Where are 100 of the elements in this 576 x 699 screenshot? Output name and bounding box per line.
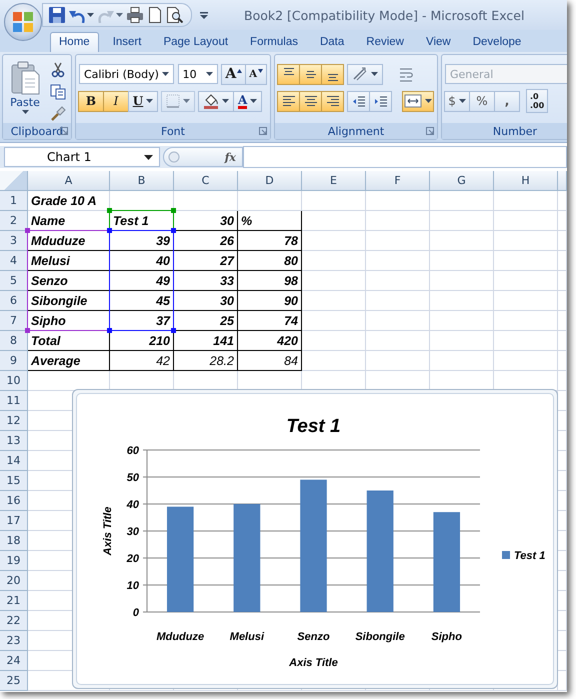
row-header: 4 <box>0 251 28 271</box>
empty-cell <box>302 311 366 331</box>
empty-cell <box>430 331 494 351</box>
column-header: B <box>110 171 174 191</box>
tick-label: 60 <box>126 445 139 457</box>
table-cell: 40 <box>110 251 174 271</box>
column-header: G <box>430 171 494 191</box>
font-color-button[interactable]: A <box>233 90 262 112</box>
empty-cell <box>430 311 494 331</box>
orientation-button[interactable] <box>347 64 383 84</box>
dialog-launcher-button[interactable] <box>426 127 434 135</box>
insert-function-button[interactable]: fx <box>224 150 236 164</box>
caret-icon <box>116 13 123 17</box>
grow-font-button[interactable]: A <box>221 64 246 84</box>
lines-icon <box>304 96 316 106</box>
customize-toolbar-button[interactable] <box>200 12 208 18</box>
empty-cell <box>366 231 430 251</box>
ribbon-tab[interactable]: Page Layout <box>155 33 236 52</box>
font-name-dropdown[interactable]: Calibri (Body) <box>79 64 174 84</box>
caret-icon <box>200 12 208 18</box>
percent-button[interactable]: % <box>469 90 495 112</box>
empty-cell <box>430 291 494 311</box>
paste-button[interactable]: Paste <box>6 59 44 123</box>
format-button[interactable]: B <box>78 90 104 112</box>
table-cell: 30 <box>174 291 238 311</box>
table-cell: 26 <box>174 231 238 251</box>
align-button[interactable] <box>321 64 344 84</box>
format-button[interactable]: U <box>128 90 158 112</box>
tick-label: 10 <box>126 580 139 592</box>
increase-decimal-button[interactable]: .0 .00 <box>526 89 548 113</box>
table-cell: 33 <box>174 271 238 291</box>
table-cell: Sibongile <box>28 291 110 311</box>
ribbon-tab[interactable]: Develope <box>464 33 530 52</box>
currency-button[interactable]: $ <box>444 90 470 112</box>
empty-cell <box>302 331 366 351</box>
row-header: 22 <box>0 611 28 631</box>
row-header: 1 <box>0 191 28 211</box>
align-button[interactable] <box>299 64 322 84</box>
copy-button[interactable] <box>48 83 68 101</box>
decrease-indent-button[interactable] <box>347 90 370 112</box>
empty-cell <box>366 311 430 331</box>
align-button[interactable] <box>277 64 300 84</box>
empty-cell <box>430 211 494 231</box>
column-header: H <box>494 171 558 191</box>
new-document-button[interactable] <box>147 7 163 23</box>
merge-button[interactable] <box>402 90 434 112</box>
comma-button[interactable]: , <box>494 90 520 112</box>
table-cell: 90 <box>238 291 302 311</box>
column-header: D <box>238 171 302 191</box>
paint-bucket-icon <box>203 93 219 109</box>
print-button[interactable] <box>127 7 143 23</box>
table-cell: 49 <box>110 271 174 291</box>
empty-cell <box>558 291 567 311</box>
print-preview-button[interactable] <box>167 7 183 23</box>
shrink-font-button[interactable]: A <box>245 64 267 84</box>
empty-cell <box>366 331 430 351</box>
align-button[interactable] <box>277 90 300 112</box>
empty-cell <box>302 271 366 291</box>
row-header: 15 <box>0 471 28 491</box>
empty-cell <box>494 251 558 271</box>
empty-cell <box>558 251 567 271</box>
chart-frame[interactable]: Test 1 0 10 20 30 40 50 60 Mduduze Melusi Senzo Sibongile Sipho Axis Title Axis Title Test 1 <box>72 389 558 689</box>
fill-color-button[interactable] <box>198 90 234 112</box>
font-size-dropdown[interactable]: 10 <box>178 64 218 84</box>
ribbon-tab[interactable]: View <box>418 33 459 52</box>
empty-cell <box>558 211 567 231</box>
printer-icon <box>127 7 143 23</box>
ribbon-tab[interactable]: Data <box>312 33 352 52</box>
name-box[interactable]: Chart 1 <box>4 147 160 167</box>
tick-label: 0 <box>132 607 139 619</box>
caret-icon <box>183 99 190 103</box>
empty-cell <box>558 371 567 391</box>
dialog-launcher-button[interactable] <box>259 127 267 135</box>
column-header: E <box>302 171 366 191</box>
row-header: 9 <box>0 351 28 371</box>
magnifier-page-icon <box>167 7 183 23</box>
increase-indent-button[interactable] <box>369 90 392 112</box>
format-button[interactable]: I <box>103 90 129 112</box>
group-label: Font <box>161 124 185 138</box>
row-header: 23 <box>0 631 28 651</box>
category-label: Sipho <box>431 631 462 643</box>
empty-cell <box>558 231 567 251</box>
triangle-icon <box>237 68 242 72</box>
table-cell: 84 <box>238 351 302 371</box>
ribbon-tab[interactable]: Insert <box>104 33 150 52</box>
tick-label: 50 <box>126 472 139 484</box>
table-cell: 78 <box>238 231 302 251</box>
caret-icon <box>162 72 169 76</box>
align-button[interactable] <box>299 90 322 112</box>
save-button[interactable] <box>49 7 65 23</box>
row-header: 25 <box>0 671 28 691</box>
lines-icon <box>328 74 338 80</box>
formula-input[interactable] <box>243 146 567 168</box>
ribbon-tab[interactable]: Formulas <box>242 33 306 52</box>
ribbon-tab[interactable]: Home <box>50 32 99 52</box>
empty-cell <box>430 251 494 271</box>
empty-cell <box>494 191 558 211</box>
align-button[interactable] <box>321 90 344 112</box>
ribbon-tab[interactable]: Review <box>358 33 412 52</box>
lines-icon <box>326 96 338 106</box>
